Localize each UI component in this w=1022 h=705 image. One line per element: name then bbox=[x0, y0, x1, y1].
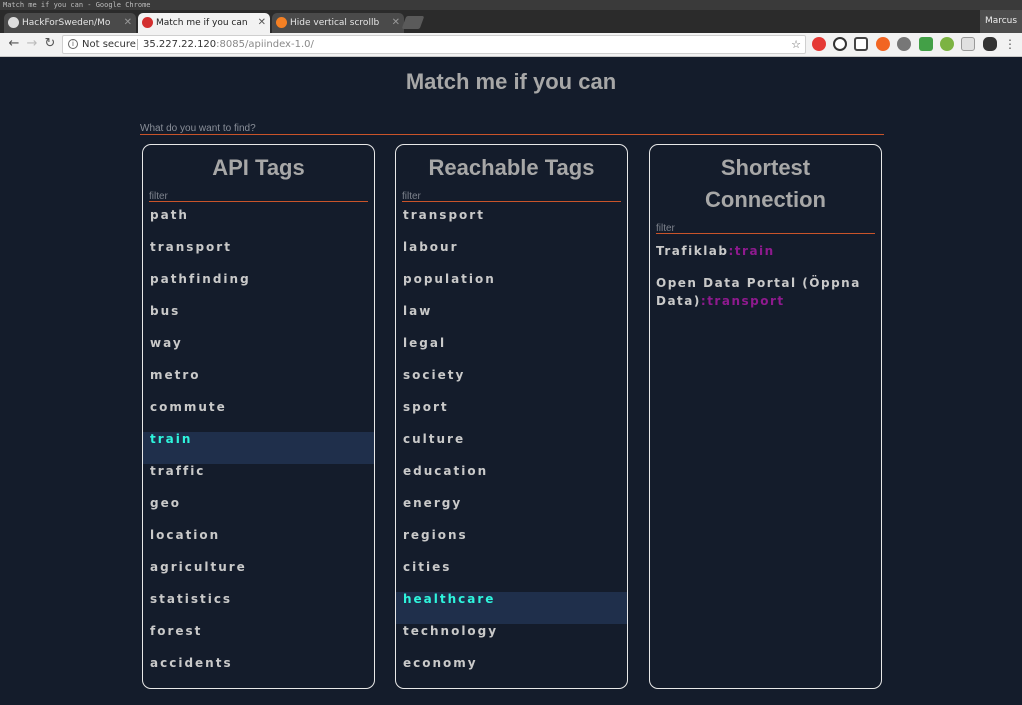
tag-item[interactable]: energy bbox=[396, 496, 627, 528]
os-window-title: Match me if you can - Google Chrome bbox=[0, 0, 1022, 10]
panel-title: API Tags bbox=[212, 155, 305, 180]
screenshot-extension-icon[interactable] bbox=[854, 37, 868, 51]
tag-item[interactable]: way bbox=[143, 336, 374, 368]
extension-icon[interactable] bbox=[940, 37, 954, 51]
tag-item[interactable]: forest bbox=[143, 624, 374, 656]
divider bbox=[137, 39, 138, 50]
connection-target: :train bbox=[728, 244, 775, 258]
tag-item[interactable]: legal bbox=[396, 336, 627, 368]
tag-item[interactable]: traffic bbox=[143, 464, 374, 496]
forward-icon[interactable]: → bbox=[24, 36, 40, 52]
tag-item[interactable]: population bbox=[396, 272, 627, 304]
tag-item[interactable]: law bbox=[396, 304, 627, 336]
page-title: Match me if you can bbox=[405, 69, 617, 94]
search-input[interactable] bbox=[140, 119, 884, 138]
connection-list: Trafiklab:train Open Data Portal (Öppna … bbox=[650, 234, 881, 310]
tag-item[interactable]: cities bbox=[396, 560, 627, 592]
glasses-extension-icon[interactable] bbox=[983, 37, 997, 51]
tag-item[interactable]: labour bbox=[396, 240, 627, 272]
connection-filter-input[interactable] bbox=[656, 220, 875, 237]
tag-item[interactable]: pathfinding bbox=[143, 272, 374, 304]
tab-label: HackForSweden/Mo bbox=[22, 18, 111, 28]
extension-icon[interactable] bbox=[897, 37, 911, 51]
panel-title: Shortest Connection bbox=[650, 145, 881, 216]
tag-item[interactable]: sport bbox=[396, 400, 627, 432]
stackoverflow-icon bbox=[276, 17, 287, 28]
url-path: :8085/apiindex-1.0/ bbox=[216, 39, 314, 50]
tag-item[interactable]: society bbox=[396, 368, 627, 400]
filter-field bbox=[402, 184, 621, 205]
address-bar[interactable]: i Not secure 35.227.22.120:8085/apiindex… bbox=[62, 35, 806, 54]
more-menu-icon[interactable]: ⋮ bbox=[1004, 36, 1016, 52]
reachable-tag-list: transport labour population law legal society… bbox=[396, 208, 627, 688]
reload-icon[interactable]: ↻ bbox=[42, 36, 58, 52]
bookmark-star-icon[interactable]: ☆ bbox=[791, 36, 801, 53]
extension-icon[interactable] bbox=[876, 37, 890, 51]
extension-icon[interactable] bbox=[961, 37, 975, 51]
close-icon[interactable]: ✕ bbox=[258, 13, 266, 33]
reachable-tags-panel: Reachable Tags transportlabourpopulation… bbox=[395, 144, 628, 689]
tag-item[interactable]: education bbox=[396, 464, 627, 496]
extension-icon[interactable] bbox=[919, 37, 933, 51]
tag-item[interactable]: transport bbox=[396, 208, 627, 240]
search-field bbox=[140, 116, 884, 138]
url-host: 35.227.22.120 bbox=[143, 39, 217, 50]
info-icon[interactable]: i bbox=[68, 39, 78, 49]
tag-item[interactable]: geo bbox=[143, 496, 374, 528]
tag-item[interactable]: technology bbox=[396, 624, 627, 656]
url-text: 35.227.22.120:8085/apiindex-1.0/ bbox=[143, 36, 314, 53]
close-icon[interactable]: ✕ bbox=[392, 13, 400, 33]
sync-extension-icon[interactable] bbox=[833, 37, 847, 51]
panel-title: Reachable Tags bbox=[428, 155, 595, 180]
angular-icon bbox=[142, 17, 153, 28]
reachable-filter-input[interactable] bbox=[402, 188, 621, 205]
api-tag-list: path transport pathfinding bus way metro commu… bbox=[143, 208, 374, 688]
api-filter-input[interactable] bbox=[149, 188, 368, 205]
tag-item[interactable]: statistics bbox=[143, 592, 374, 624]
tag-item[interactable]: economy bbox=[396, 656, 627, 688]
browser-tab-github[interactable]: HackForSweden/Mo ✕ bbox=[4, 13, 136, 33]
tag-item[interactable]: metro bbox=[143, 368, 374, 400]
tag-item[interactable]: regions bbox=[396, 528, 627, 560]
security-label: Not secure bbox=[82, 39, 136, 50]
back-icon[interactable]: ← bbox=[6, 36, 22, 52]
panel-title-line: Connection bbox=[705, 187, 826, 212]
page-content: Match me if you can API Tags pathtranspo… bbox=[3, 58, 1019, 705]
tag-item[interactable]: commute bbox=[143, 400, 374, 432]
connection-item[interactable]: Open Data Portal (Öppna Data):transport bbox=[656, 274, 875, 310]
browser-tab-bar: HackForSweden/Mo ✕ Match me if you can ✕… bbox=[0, 10, 1022, 33]
tab-label: Hide vertical scrollb bbox=[290, 18, 380, 28]
tag-item[interactable]: transport bbox=[143, 240, 374, 272]
browser-tab-stackoverflow[interactable]: Hide vertical scrollb ✕ bbox=[272, 13, 404, 33]
tab-label: Match me if you can bbox=[156, 18, 248, 28]
tag-item[interactable]: train bbox=[143, 432, 374, 464]
tag-item[interactable]: accidents bbox=[143, 656, 374, 688]
filter-field bbox=[149, 184, 368, 205]
connection-item[interactable]: Trafiklab:train bbox=[656, 242, 875, 260]
tag-item[interactable]: culture bbox=[396, 432, 627, 464]
tag-item[interactable]: bus bbox=[143, 304, 374, 336]
opera-extension-icon[interactable] bbox=[812, 37, 826, 51]
profile-button[interactable]: Marcus bbox=[980, 10, 1022, 33]
new-tab-button[interactable] bbox=[401, 16, 425, 29]
github-icon bbox=[8, 17, 19, 28]
api-tags-panel: API Tags pathtransportpathfindingbuswaym… bbox=[142, 144, 375, 689]
panel-title-line: Shortest bbox=[720, 155, 811, 180]
browser-toolbar: ← → ↻ i Not secure 35.227.22.120:8085/ap… bbox=[0, 33, 1022, 57]
browser-tab-match[interactable]: Match me if you can ✕ bbox=[138, 13, 270, 33]
tag-item[interactable]: location bbox=[143, 528, 374, 560]
tag-item[interactable]: agriculture bbox=[143, 560, 374, 592]
tag-item[interactable]: healthcare bbox=[396, 592, 627, 624]
filter-field bbox=[656, 216, 875, 237]
connection-target: :transport bbox=[700, 294, 785, 308]
shortest-connection-panel: Shortest Connection Trafiklab:train Open… bbox=[649, 144, 882, 689]
close-icon[interactable]: ✕ bbox=[124, 13, 132, 33]
tag-item[interactable]: path bbox=[143, 208, 374, 240]
connection-source: Trafiklab bbox=[656, 244, 729, 258]
